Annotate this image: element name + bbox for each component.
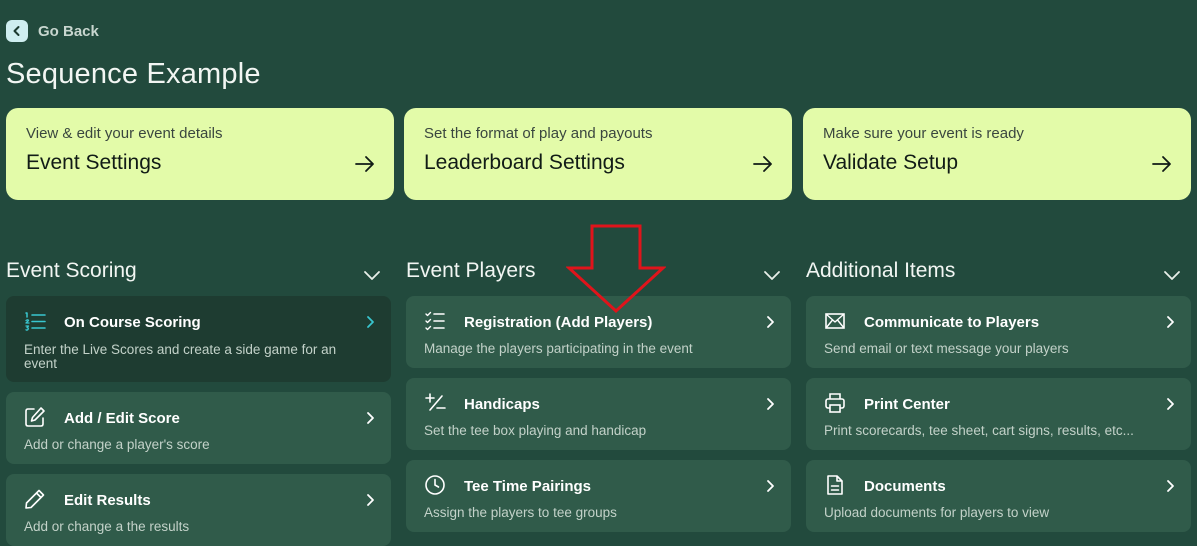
card-title: Documents [864,478,946,495]
arrow-right-icon [1152,156,1171,172]
chevron-right-icon [367,412,374,424]
card-title: Add / Edit Score [64,410,180,427]
card-description: Upload documents for players to view [824,505,1050,520]
card-title: Communicate to Players [864,314,1040,331]
add-edit-score-card[interactable]: Add / Edit Score Add or change a player'… [6,392,391,464]
checklist-icon [425,311,445,331]
chevron-right-icon [767,398,774,410]
chevron-right-icon [367,494,374,506]
go-back-button[interactable]: Go Back [6,20,99,42]
tee-time-pairings-card[interactable]: Tee Time Pairings Assign the players to … [406,460,791,532]
communicate-to-players-card[interactable]: Communicate to Players Send email or tex… [806,296,1191,368]
card-description: Add or change a player's score [24,437,210,452]
card-title: Tee Time Pairings [464,478,591,495]
card-description: Print scorecards, tee sheet, cart signs,… [824,423,1134,438]
card-description: Send email or text message your players [824,341,1069,356]
plus-minus-icon [425,393,446,411]
card-description: Enter the Live Scores and create a side … [24,342,337,371]
validate-setup-card[interactable]: Make sure your event is ready Validate S… [803,108,1191,200]
page-title: Sequence Example [6,58,261,90]
event-scoring-section-header[interactable]: Event Scoring [6,256,391,286]
chevron-right-icon [1167,398,1174,410]
card-title: Event Settings [26,151,162,174]
card-description: Assign the players to tee groups [424,505,617,520]
card-title: Print Center [864,396,950,413]
clock-icon [425,475,445,495]
leaderboard-settings-card[interactable]: Set the format of play and payouts Leade… [404,108,792,200]
chevron-down-icon[interactable] [1163,266,1181,284]
chevron-right-icon [767,480,774,492]
chevron-left-icon [6,20,28,42]
card-title: Validate Setup [823,151,959,174]
card-description: Add or change a the results [24,519,190,534]
card-subtitle: Make sure your event is ready [823,125,1024,142]
edit-results-card[interactable]: Edit Results Add or change a the results [6,474,391,546]
envelope-icon [825,313,845,329]
print-center-card[interactable]: Print Center Print scorecards, tee sheet… [806,378,1191,450]
chevron-right-icon [767,316,774,328]
chevron-right-icon [1167,480,1174,492]
arrow-right-icon [753,156,772,172]
edit-square-icon [25,407,45,427]
chevron-right-icon [367,316,374,328]
annotation-arrow-icon [566,224,666,314]
section-title: Event Players [406,259,536,282]
section-title: Event Scoring [6,259,137,282]
card-title: Edit Results [64,492,151,509]
pencil-icon [25,489,45,509]
numbered-list-icon [25,312,46,331]
go-back-label: Go Back [38,22,99,40]
document-icon [827,475,843,495]
additional-items-section-header[interactable]: Additional Items [806,256,1191,286]
handicaps-card[interactable]: Handicaps Set the tee box playing and ha… [406,378,791,450]
card-title: Leaderboard Settings [424,151,625,174]
chevron-right-icon [1167,316,1174,328]
documents-card[interactable]: Documents Upload documents for players t… [806,460,1191,532]
event-settings-card[interactable]: View & edit your event details Event Set… [6,108,394,200]
card-subtitle: Set the format of play and payouts [424,125,653,142]
printer-icon [825,393,845,413]
card-description: Manage the players participating in the … [424,341,693,356]
card-description: Set the tee box playing and handicap [424,423,647,438]
section-title: Additional Items [806,259,956,282]
chevron-down-icon[interactable] [363,266,381,284]
on-course-scoring-card[interactable]: On Course Scoring Enter the Live Scores … [6,296,391,382]
card-title: Registration (Add Players) [464,314,653,331]
card-subtitle: View & edit your event details [26,125,223,142]
arrow-right-icon [355,156,374,172]
chevron-down-icon[interactable] [763,266,781,284]
card-title: On Course Scoring [64,314,201,331]
card-title: Handicaps [464,396,540,413]
